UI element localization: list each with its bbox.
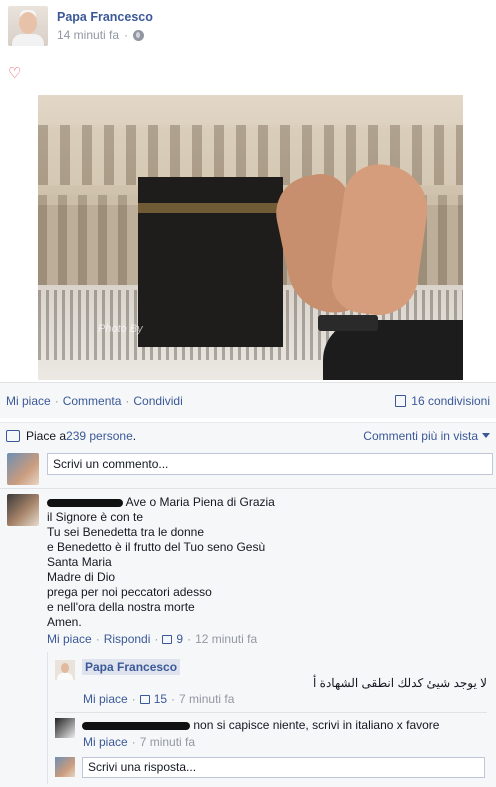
- shares-count[interactable]: 16 condivisioni: [395, 394, 490, 408]
- comment-time[interactable]: 12 minuti fa: [195, 632, 257, 646]
- reply-text: لا يوجد شيئ كدلك انطقى الشهادة أ: [313, 676, 487, 690]
- reply-time[interactable]: 7 minuti fa: [179, 692, 234, 706]
- post-meta: 14 minuti fa ·: [57, 28, 145, 42]
- share-icon: [395, 394, 407, 407]
- reply-text: non si capisce niente, scrivi in italian…: [193, 718, 440, 732]
- comment-sort-dropdown[interactable]: Commenti più in vista: [363, 429, 490, 443]
- reply-author-avatar[interactable]: [55, 660, 75, 680]
- reply-author[interactable]: Papa Francesco: [82, 659, 181, 675]
- reply-meta: Mi piace · 7 minuti fa: [83, 735, 196, 749]
- comment-line: Madre di Dio: [47, 570, 116, 584]
- sort-label: Commenti più in vista: [363, 428, 478, 443]
- comment-line: Tu sei Benedetta tra le donne: [47, 525, 204, 539]
- author-avatar[interactable]: [8, 6, 48, 46]
- divider: [55, 712, 487, 713]
- separator: ·: [125, 393, 130, 408]
- reply-body: non si capisce niente, scrivi in italian…: [82, 718, 492, 733]
- likes-prefix: Piace a: [26, 428, 67, 443]
- comment-line: e nell'ora della nostra morte: [47, 600, 195, 614]
- comment-link[interactable]: Commenta: [63, 394, 122, 408]
- reply-like-link[interactable]: Mi piace: [83, 735, 128, 749]
- thumbs-up-icon: [162, 634, 173, 644]
- comment-meta: Mi piace · Rispondi · 9 · 12 minuti fa: [47, 632, 258, 646]
- comment-reply-link[interactable]: Rispondi: [104, 632, 151, 646]
- comment-line: Ave o Maria Piena di Grazia: [47, 495, 487, 510]
- redacted-name: [47, 498, 123, 507]
- reply-author-avatar[interactable]: [55, 718, 75, 738]
- shares-count-label: 16 condivisioni: [411, 393, 490, 408]
- comment-body: Ave o Maria Piena di Grazia il Signore è…: [47, 495, 487, 630]
- comment-line: Santa Maria: [47, 555, 112, 569]
- divider: [0, 488, 496, 489]
- photo-watermark: Photo By: [98, 323, 143, 335]
- like-link[interactable]: Mi piace: [6, 394, 51, 408]
- comment-like-count[interactable]: 9: [176, 632, 183, 646]
- thumbs-up-icon: [139, 694, 150, 704]
- post-time[interactable]: 14 minuti fa: [57, 28, 119, 42]
- current-user-avatar: [55, 757, 75, 777]
- likes-suffix: .: [132, 428, 137, 443]
- reply-author-line: Papa Francesco: [82, 659, 181, 675]
- comment-line: prega per noi peccatori adesso: [47, 585, 212, 599]
- globe-icon[interactable]: [133, 29, 145, 41]
- post-photo[interactable]: Photo By: [38, 95, 463, 380]
- reply-like-link[interactable]: Mi piace: [83, 692, 128, 706]
- likes-count[interactable]: 239 persone: [66, 429, 133, 443]
- reply-meta: Mi piace · 15 · 7 minuti fa: [83, 692, 235, 706]
- chevron-down-icon: [482, 433, 490, 438]
- reply-time[interactable]: 7 minuti fa: [140, 735, 195, 749]
- post-author[interactable]: Papa Francesco: [57, 10, 153, 24]
- heart-icon: ♡: [8, 65, 22, 82]
- redacted-name: [82, 721, 190, 730]
- likes-row: Piace a 239 persone . Commenti più in vi…: [0, 422, 496, 448]
- dot: ·: [124, 28, 129, 42]
- comment-line: Amen.: [47, 615, 82, 629]
- comment-input[interactable]: Scrivi un commento...: [47, 453, 493, 475]
- action-bar: Mi piace · Commenta · Condividi 16 condi…: [0, 382, 496, 418]
- comment-line: il Signore è con te: [47, 510, 144, 524]
- comment-input-placeholder: Scrivi un commento...: [53, 457, 169, 471]
- commenter-avatar[interactable]: [7, 494, 39, 526]
- comment-line: e Benedetto è il frutto del Tuo seno Ges…: [47, 540, 266, 554]
- reply-like-count[interactable]: 15: [154, 692, 167, 706]
- current-user-avatar: [7, 453, 39, 485]
- reply-input[interactable]: Scrivi una risposta...: [82, 757, 485, 778]
- comment-line-text: Ave o Maria Piena di Grazia: [125, 495, 275, 509]
- comment-like-link[interactable]: Mi piace: [47, 632, 92, 646]
- share-link[interactable]: Condividi: [133, 394, 182, 408]
- separator: ·: [54, 393, 59, 408]
- reply-input-placeholder: Scrivi una risposta...: [88, 760, 197, 774]
- thumbs-up-icon: [6, 429, 20, 442]
